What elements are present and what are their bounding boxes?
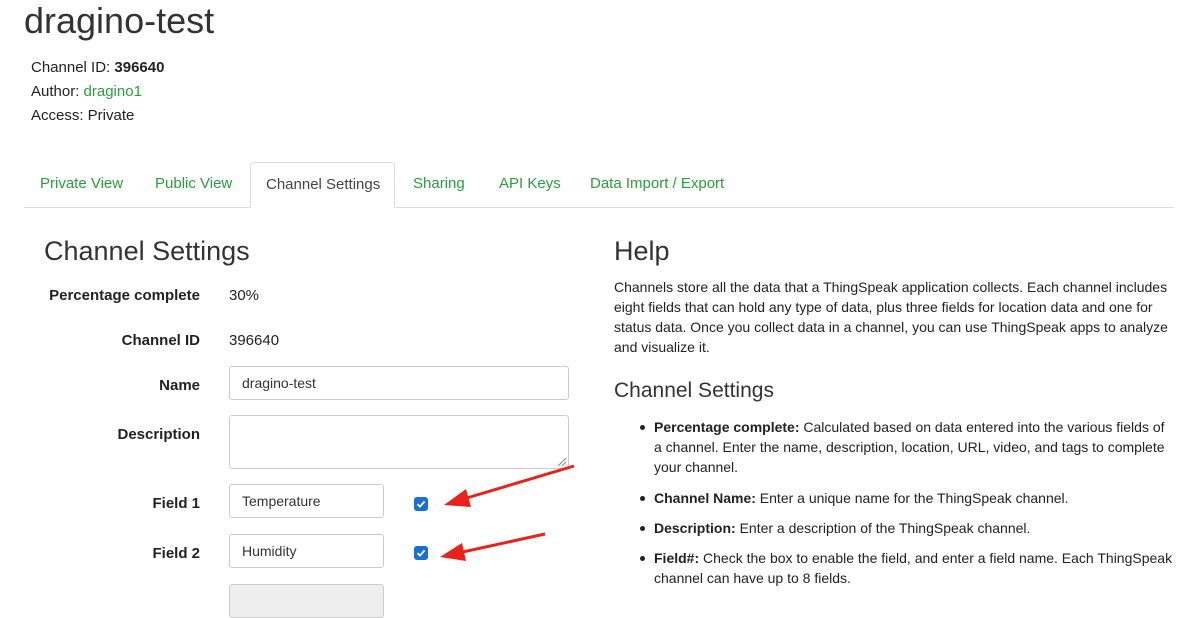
- name-label: Name: [159, 377, 200, 394]
- channel-id-meta-value: 396640: [114, 59, 165, 76]
- annotation-arrow-field1: [444, 464, 575, 507]
- resize-handle-icon[interactable]: [556, 456, 566, 466]
- list-item: Channel Name: Enter a unique name for th…: [640, 488, 1174, 508]
- tab-private-view[interactable]: Private View: [25, 162, 138, 206]
- access-meta: Access: Private: [31, 107, 135, 124]
- help-term: Channel Name:: [654, 490, 756, 506]
- check-icon: [416, 500, 426, 508]
- author-link[interactable]: dragino1: [84, 83, 142, 100]
- help-term: Description:: [654, 520, 736, 536]
- help-term: Percentage complete:: [654, 419, 800, 435]
- field1-label: Field 1: [152, 495, 200, 512]
- list-item: Percentage complete: Calculated based on…: [640, 417, 1174, 477]
- help-text: Enter a unique name for the ThingSpeak c…: [755, 490, 1069, 506]
- percentage-value: 30%: [229, 287, 260, 304]
- percentage-label: Percentage complete: [49, 287, 200, 304]
- channel-id-value: 396640: [229, 332, 280, 349]
- tab-channel-settings[interactable]: Channel Settings: [250, 162, 395, 208]
- check-icon: [416, 549, 426, 557]
- field3-input[interactable]: [229, 584, 384, 618]
- tab-public-view[interactable]: Public View: [140, 162, 247, 206]
- help-intro: Channels store all the data that a Thing…: [614, 279, 1168, 355]
- help-subheading: Channel Settings: [614, 379, 774, 402]
- tab-bar: Private View Public View Channel Setting…: [24, 162, 1174, 208]
- help-term: Field#:: [654, 550, 700, 566]
- channel-id-meta-label: Channel ID:: [31, 59, 115, 76]
- channel-id-label: Channel ID: [121, 332, 200, 349]
- field1-input[interactable]: Temperature: [229, 484, 384, 518]
- help-text: Enter a description of the ThingSpeak ch…: [735, 520, 1031, 536]
- help-heading: Help: [614, 236, 670, 266]
- name-input[interactable]: dragino-test: [229, 366, 569, 400]
- field2-input[interactable]: Humidity: [229, 534, 384, 568]
- author-meta-label: Author:: [31, 83, 84, 100]
- field2-checkbox[interactable]: [414, 546, 428, 560]
- field2-label: Field 2: [152, 545, 200, 562]
- channel-id-meta: Channel ID: 396640: [31, 59, 164, 76]
- author-meta: Author: dragino1: [31, 83, 142, 100]
- tab-sharing[interactable]: Sharing: [398, 162, 480, 206]
- help-text: Check the box to enable the field, and e…: [654, 550, 1173, 586]
- settings-heading: Channel Settings: [44, 236, 250, 266]
- list-item: Field#: Check the box to enable the fiel…: [640, 548, 1174, 588]
- description-textarea[interactable]: [229, 415, 569, 469]
- list-item: Description: Enter a description of the …: [640, 518, 1174, 538]
- field1-checkbox[interactable]: [414, 497, 428, 511]
- description-label: Description: [117, 426, 200, 443]
- tab-api-keys[interactable]: API Keys: [484, 162, 576, 206]
- page-title: dragino-test: [24, 0, 215, 41]
- tab-data-import-export[interactable]: Data Import / Export: [575, 162, 739, 206]
- annotation-arrow-field2: [440, 532, 546, 561]
